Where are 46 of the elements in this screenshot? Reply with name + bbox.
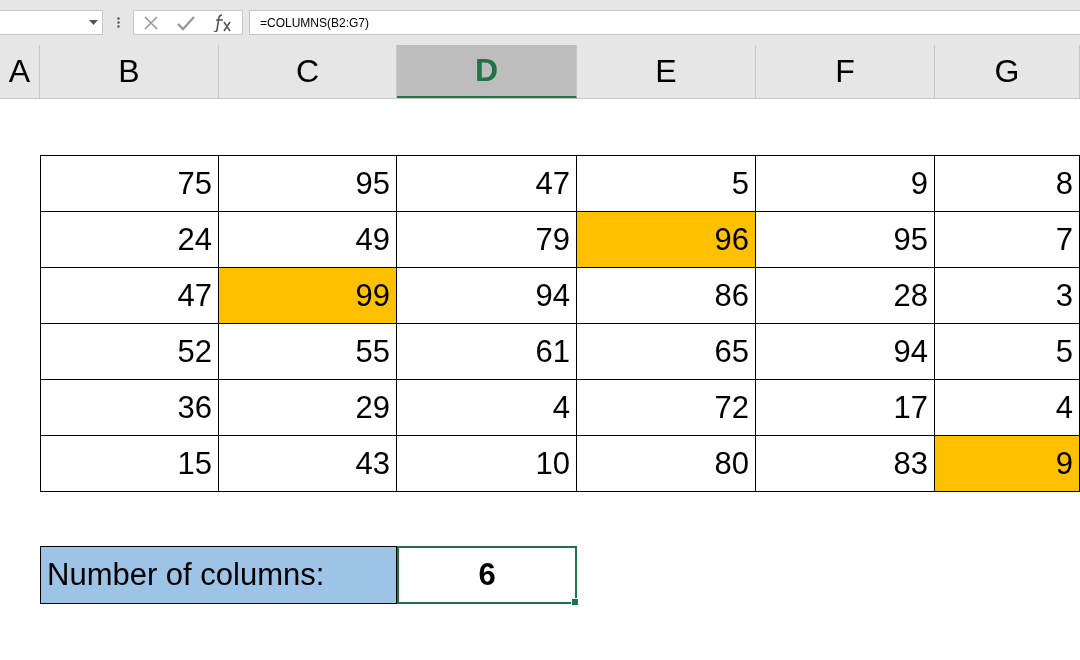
fill-handle[interactable]: [571, 598, 579, 606]
formula-field[interactable]: =COLUMNS(B2:G7): [249, 10, 1080, 35]
table-cell: 10: [397, 436, 577, 492]
table-cell: 86: [577, 268, 756, 324]
table-cell: 43: [219, 436, 397, 492]
name-box[interactable]: [0, 10, 103, 35]
dropdown-caret-icon: [89, 20, 98, 25]
table-cell: 61: [397, 324, 577, 380]
table-cell: 5: [935, 324, 1080, 380]
table-cell: 65: [577, 324, 756, 380]
table-cell: 24: [41, 212, 219, 268]
table-cell: 29: [219, 380, 397, 436]
table-cell: 94: [397, 268, 577, 324]
table-cell: 36: [41, 380, 219, 436]
table-cell: 52: [41, 324, 219, 380]
table-cell: 72: [577, 380, 756, 436]
table-cell: 83: [756, 436, 935, 492]
table-cell: 47: [397, 156, 577, 212]
table-cell: 96: [577, 212, 756, 268]
result-label: Number of columns:: [40, 546, 397, 604]
table-cell: 8: [935, 156, 1080, 212]
table-cell: 15: [41, 436, 219, 492]
table-cell: 75: [41, 156, 219, 212]
table-cell: 9: [756, 156, 935, 212]
table-cell: 95: [756, 212, 935, 268]
table-cell: 79: [397, 212, 577, 268]
result-cell[interactable]: 6: [397, 546, 577, 604]
table-cell: 99: [219, 268, 397, 324]
table-cell: 4: [397, 380, 577, 436]
table-cell: 55: [219, 324, 397, 380]
table-cell: 7: [935, 212, 1080, 268]
table-cell: 5: [577, 156, 756, 212]
table-cell: 80: [577, 436, 756, 492]
table-cell: 95: [219, 156, 397, 212]
table-cell: 3: [935, 268, 1080, 324]
table-cell: 28: [756, 268, 935, 324]
close-icon[interactable]: [143, 14, 159, 31]
table-cell: 4: [935, 380, 1080, 436]
checkmark-icon[interactable]: [177, 14, 195, 31]
table-cell: 9: [935, 436, 1080, 492]
function-icon[interactable]: [213, 13, 233, 32]
table-cell: 17: [756, 380, 935, 436]
table-cell: 47: [41, 268, 219, 324]
table-cell: 49: [219, 212, 397, 268]
table-cell: 94: [756, 324, 935, 380]
more-options-icon: [116, 17, 120, 28]
